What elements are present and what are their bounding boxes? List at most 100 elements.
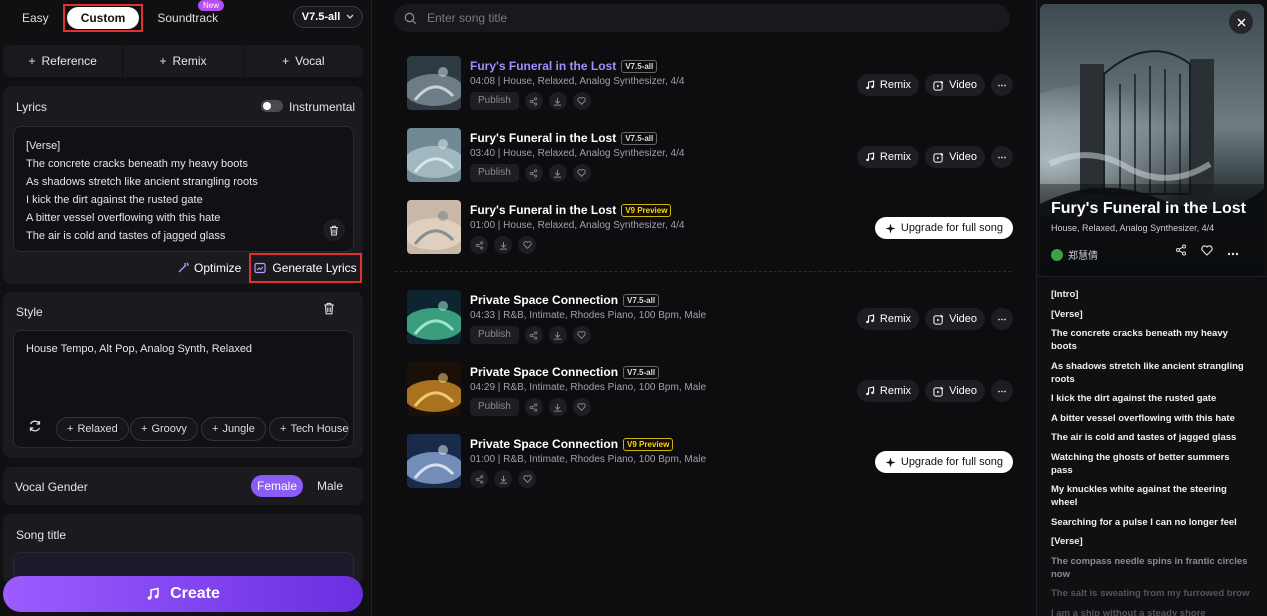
female-button[interactable]: Female [251,475,303,497]
song-title[interactable]: Private Space Connection V7.5-all [470,293,660,307]
lyric-line: The concrete cracks beneath my heavy boo… [1051,328,1228,352]
song-row[interactable]: Fury's Funeral in the Lost V7.5-all 03:40… [407,128,1013,184]
share-button[interactable] [1175,244,1187,259]
remix-button[interactable]: Remix [856,74,920,96]
list-divider [395,271,1011,272]
song-title[interactable]: Fury's Funeral in the Lost V9 Preview [470,203,672,217]
more-button[interactable] [991,146,1013,168]
song-thumbnail[interactable] [407,290,461,344]
thumbnail-art [407,362,461,416]
search-input[interactable] [427,11,987,25]
instrumental-toggle[interactable] [261,100,283,112]
more-button[interactable] [1227,245,1239,259]
lyrics-textarea[interactable]: [Verse] The concrete cracks beneath my h… [13,126,354,252]
style-chip-groovy[interactable]: + Groovy [130,417,198,441]
song-title-card: Song title [3,514,363,584]
download-icon [499,475,507,484]
share-icon [475,240,483,250]
tab-custom[interactable]: Custom [66,7,140,29]
song-row[interactable]: Fury's Funeral in the Lost V7.5-all 04:08… [407,56,1013,112]
detail-user[interactable]: 郑慧倩 [1051,247,1098,262]
style-chip-jungle[interactable]: + Jungle [201,417,266,441]
song-row[interactable]: Private Space Connection V7.5-all 04:33 |… [407,290,1013,346]
style-textarea[interactable]: House Tempo, Alt Pop, Analog Synth, Rela… [13,330,354,448]
like-button[interactable] [572,398,591,416]
upgrade-button[interactable]: Upgrade for full song [874,451,1013,473]
video-button[interactable]: Video [925,380,985,402]
song-row[interactable]: Private Space Connection V9 Preview 01:00… [407,434,1013,490]
tab-easy[interactable]: Easy [8,7,63,29]
close-button[interactable] [1229,10,1253,34]
download-button[interactable] [494,236,512,254]
share-button[interactable] [524,326,543,344]
download-button[interactable] [548,164,567,182]
optimize-button[interactable]: Optimize [177,258,241,278]
add-reference-button[interactable]: + Reference [3,45,124,77]
song-title[interactable]: Fury's Funeral in the Lost V7.5-all [470,131,658,145]
song-title[interactable]: Fury's Funeral in the Lost V7.5-all [470,59,658,73]
clear-style-button[interactable] [323,302,335,318]
video-button[interactable]: Video [925,308,985,330]
song-meta: 04:33 | R&B, Intimate, Rhodes Piano, 100… [470,310,707,321]
song-title[interactable]: Private Space Connection V7.5-all [470,365,660,379]
refresh-styles-button[interactable] [28,419,42,436]
lyrics-line: The air is cold and tastes of jagged gla… [26,230,226,242]
add-reference-label: Reference [41,54,97,68]
song-row[interactable]: Fury's Funeral in the Lost V9 Preview 01:… [407,200,1013,256]
song-thumbnail[interactable] [407,362,461,416]
add-remix-button[interactable]: + Remix [123,45,244,77]
like-button[interactable] [572,164,591,182]
generate-lyrics-button[interactable]: Generate Lyrics [249,253,362,283]
publish-button[interactable]: Publish [470,92,519,110]
download-button[interactable] [548,326,567,344]
refresh-icon [29,420,41,432]
video-button[interactable]: Video [925,74,985,96]
like-button[interactable] [518,236,536,254]
download-icon [554,169,562,178]
music-note-icon [866,80,874,90]
like-button[interactable] [572,92,591,110]
song-row[interactable]: Private Space Connection V7.5-all 04:29 |… [407,362,1013,418]
song-title[interactable]: Private Space Connection V9 Preview [470,437,674,451]
male-button[interactable]: Male [309,475,351,497]
detail-panel: Fury's Funeral in the Lost House, Relaxe… [1036,0,1267,616]
clear-lyrics-button[interactable] [323,219,345,241]
share-button[interactable] [470,470,488,488]
remix-button[interactable]: Remix [856,380,920,402]
search-icon [404,12,417,24]
more-button[interactable] [991,74,1013,96]
remix-button[interactable]: Remix [856,146,920,168]
share-button[interactable] [470,236,488,254]
song-thumbnail[interactable] [407,56,461,110]
like-button[interactable] [572,326,591,344]
like-button[interactable] [518,470,536,488]
style-chip-relaxed[interactable]: + Relaxed [56,417,129,441]
remix-button[interactable]: Remix [856,308,920,330]
publish-button[interactable]: Publish [470,398,519,416]
song-title-text: Private Space Connection [470,293,619,307]
publish-button[interactable]: Publish [470,326,519,344]
upgrade-button[interactable]: Upgrade for full song [874,217,1013,239]
share-button[interactable] [524,164,543,182]
publish-button[interactable]: Publish [470,164,519,182]
download-icon [499,241,507,250]
download-button[interactable] [548,92,567,110]
download-button[interactable] [494,470,512,488]
download-button[interactable] [548,398,567,416]
version-select[interactable]: V7.5-all [293,6,363,28]
song-thumbnail[interactable] [407,128,461,182]
version-badge: V9 Preview [623,437,674,451]
add-vocal-button[interactable]: + Vocal [244,45,363,77]
share-button[interactable] [524,398,543,416]
song-thumbnail[interactable] [407,434,461,488]
song-title-text: Fury's Funeral in the Lost [470,131,617,145]
lyric-line: The compass needle spins in frantic circ… [1051,555,1248,580]
like-button[interactable] [1201,244,1213,259]
song-thumbnail[interactable] [407,200,461,254]
more-button[interactable] [991,380,1013,402]
style-chip-tech-house[interactable]: + Tech House [269,417,349,441]
share-button[interactable] [524,92,543,110]
more-button[interactable] [991,308,1013,330]
video-button[interactable]: Video [925,146,985,168]
create-button[interactable]: Create [3,576,363,612]
